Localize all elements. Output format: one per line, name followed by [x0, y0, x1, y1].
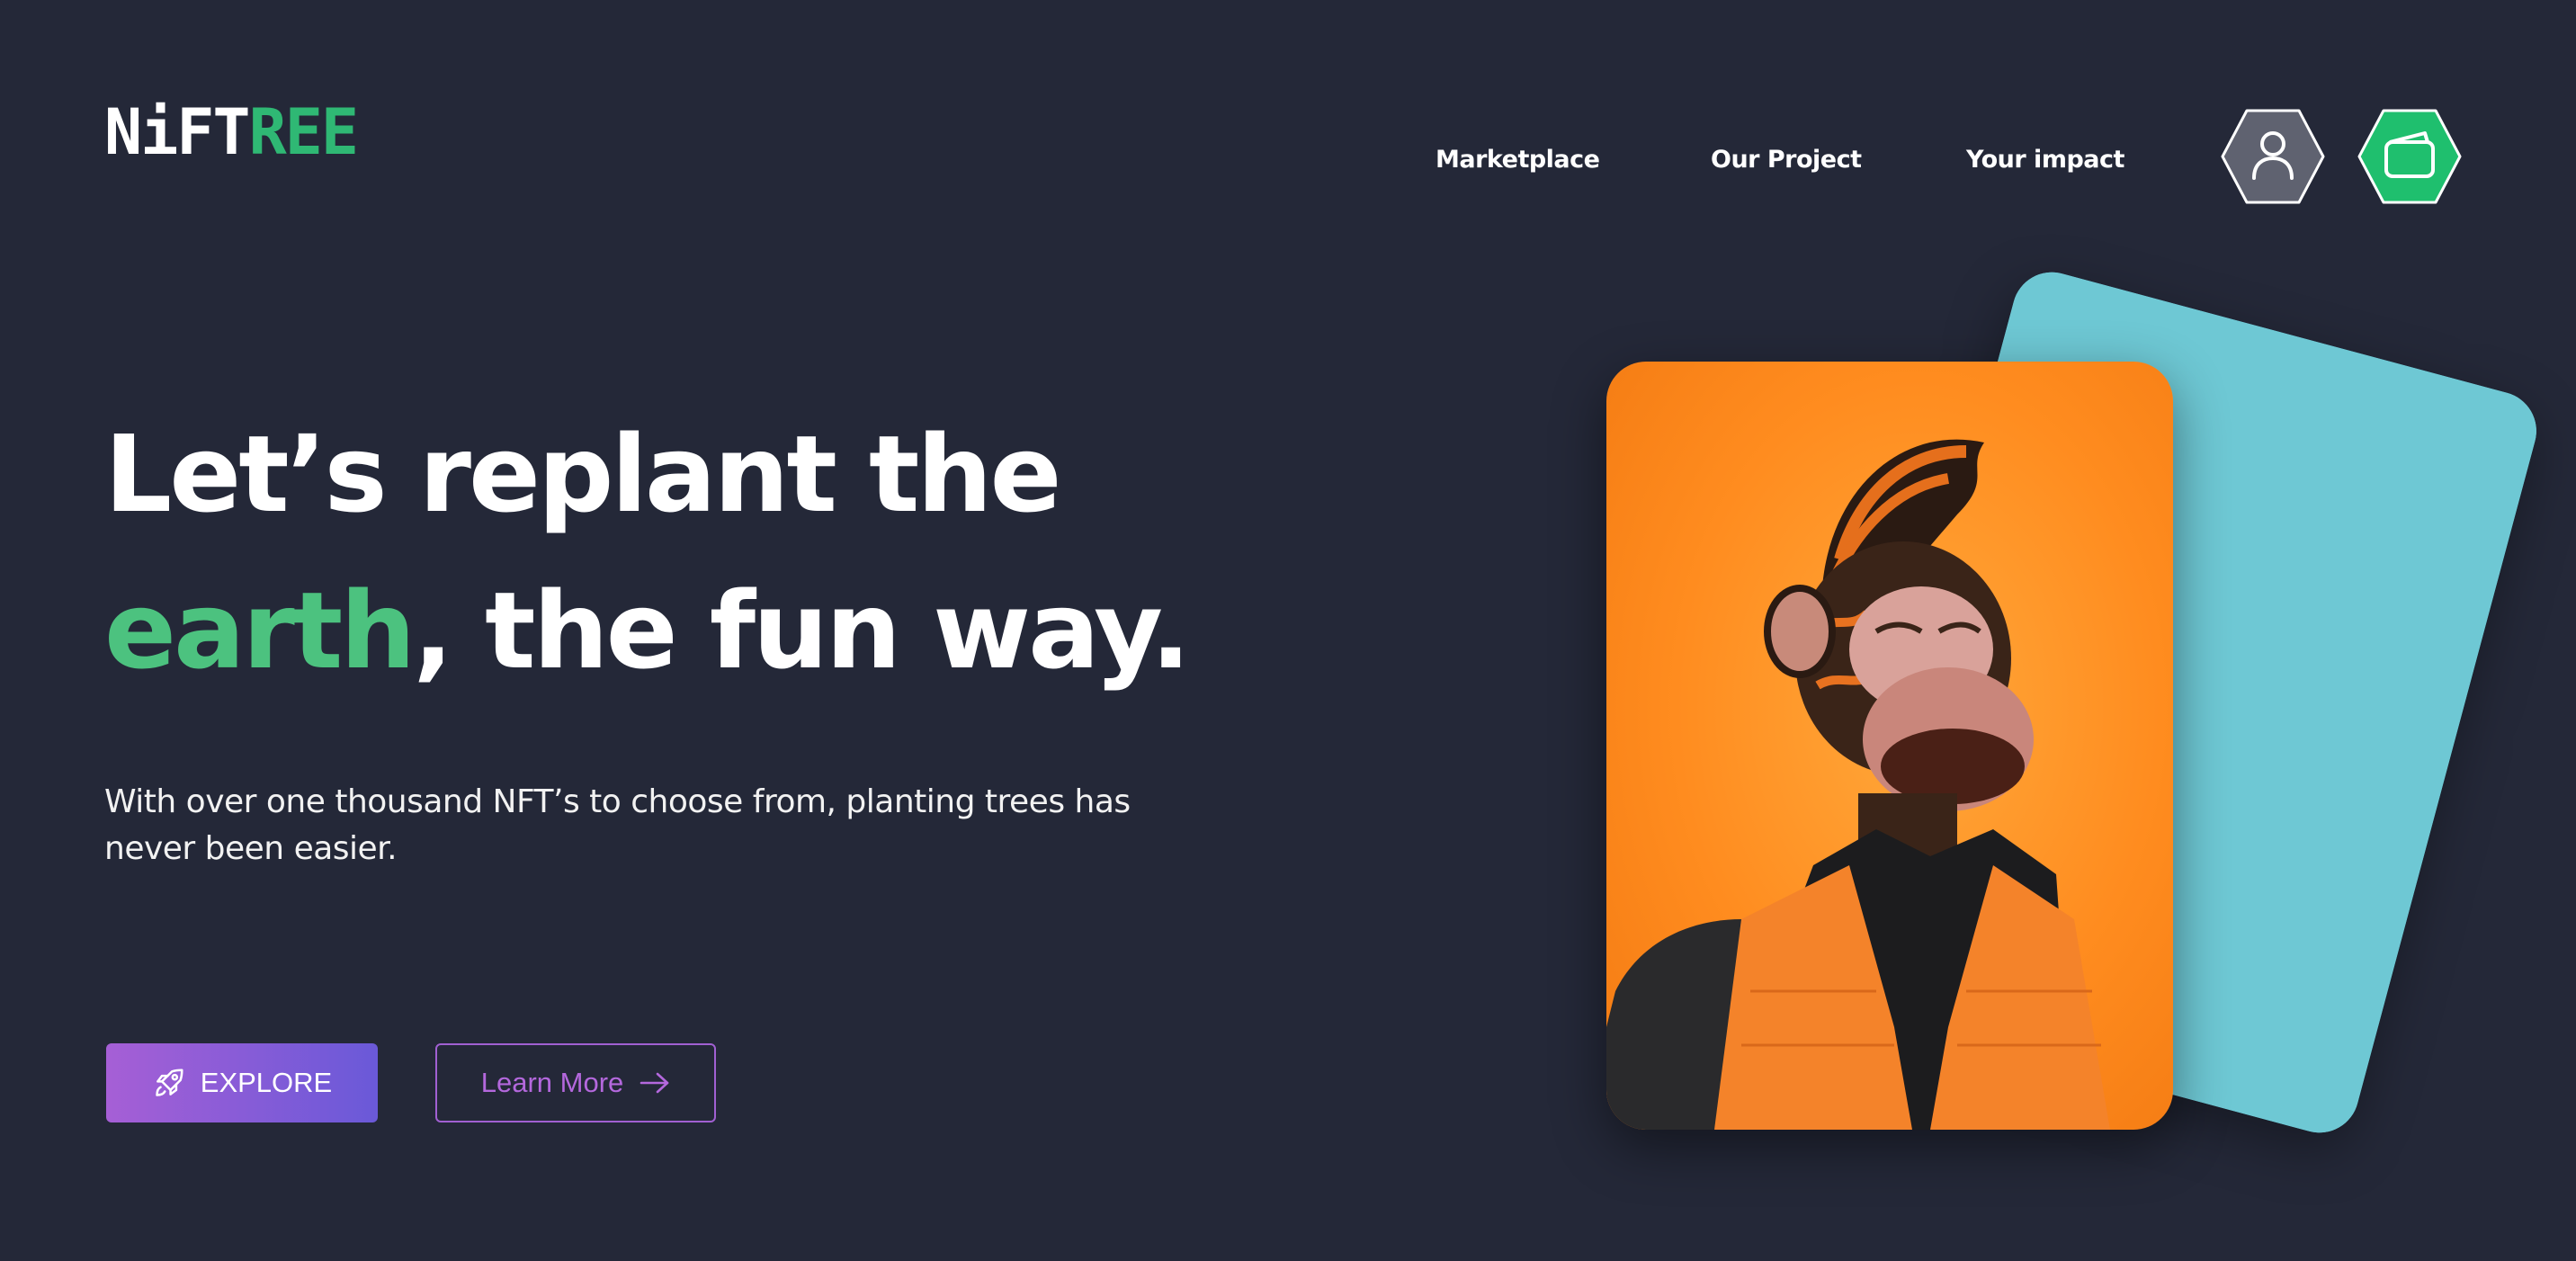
nav-our-project[interactable]: Our Project	[1711, 146, 1862, 174]
explore-label: EXPLORE	[200, 1067, 333, 1098]
learn-more-button[interactable]: Learn More	[435, 1043, 716, 1122]
learn-more-label: Learn More	[480, 1067, 624, 1098]
user-account-button[interactable]	[2220, 108, 2326, 205]
nft-artwork-orange-ape	[1606, 439, 2110, 1130]
explore-button[interactable]: EXPLORE	[106, 1043, 378, 1122]
rocket-icon	[156, 1069, 183, 1096]
logo-text-green: REE	[248, 95, 359, 169]
logo-text-white: NiFT	[104, 95, 251, 169]
nav-your-impact[interactable]: Your impact	[1966, 146, 2124, 174]
logo[interactable]: NiFTREE	[104, 101, 359, 164]
hero-title-line2: , the fun way.	[413, 568, 1191, 693]
arrow-right-icon	[640, 1072, 669, 1094]
hero-title: Let’s replant the earth, the fun way.	[104, 396, 1191, 709]
hero-title-line1: Let’s replant the	[104, 412, 1061, 536]
nft-card-front[interactable]	[1606, 362, 2173, 1130]
hero-subtitle: With over one thousand NFT’s to choose f…	[104, 783, 1131, 867]
wallet-button[interactable]	[2357, 108, 2463, 205]
nav-marketplace[interactable]: Marketplace	[1436, 146, 1600, 174]
hero-title-accent: earth	[104, 568, 416, 693]
